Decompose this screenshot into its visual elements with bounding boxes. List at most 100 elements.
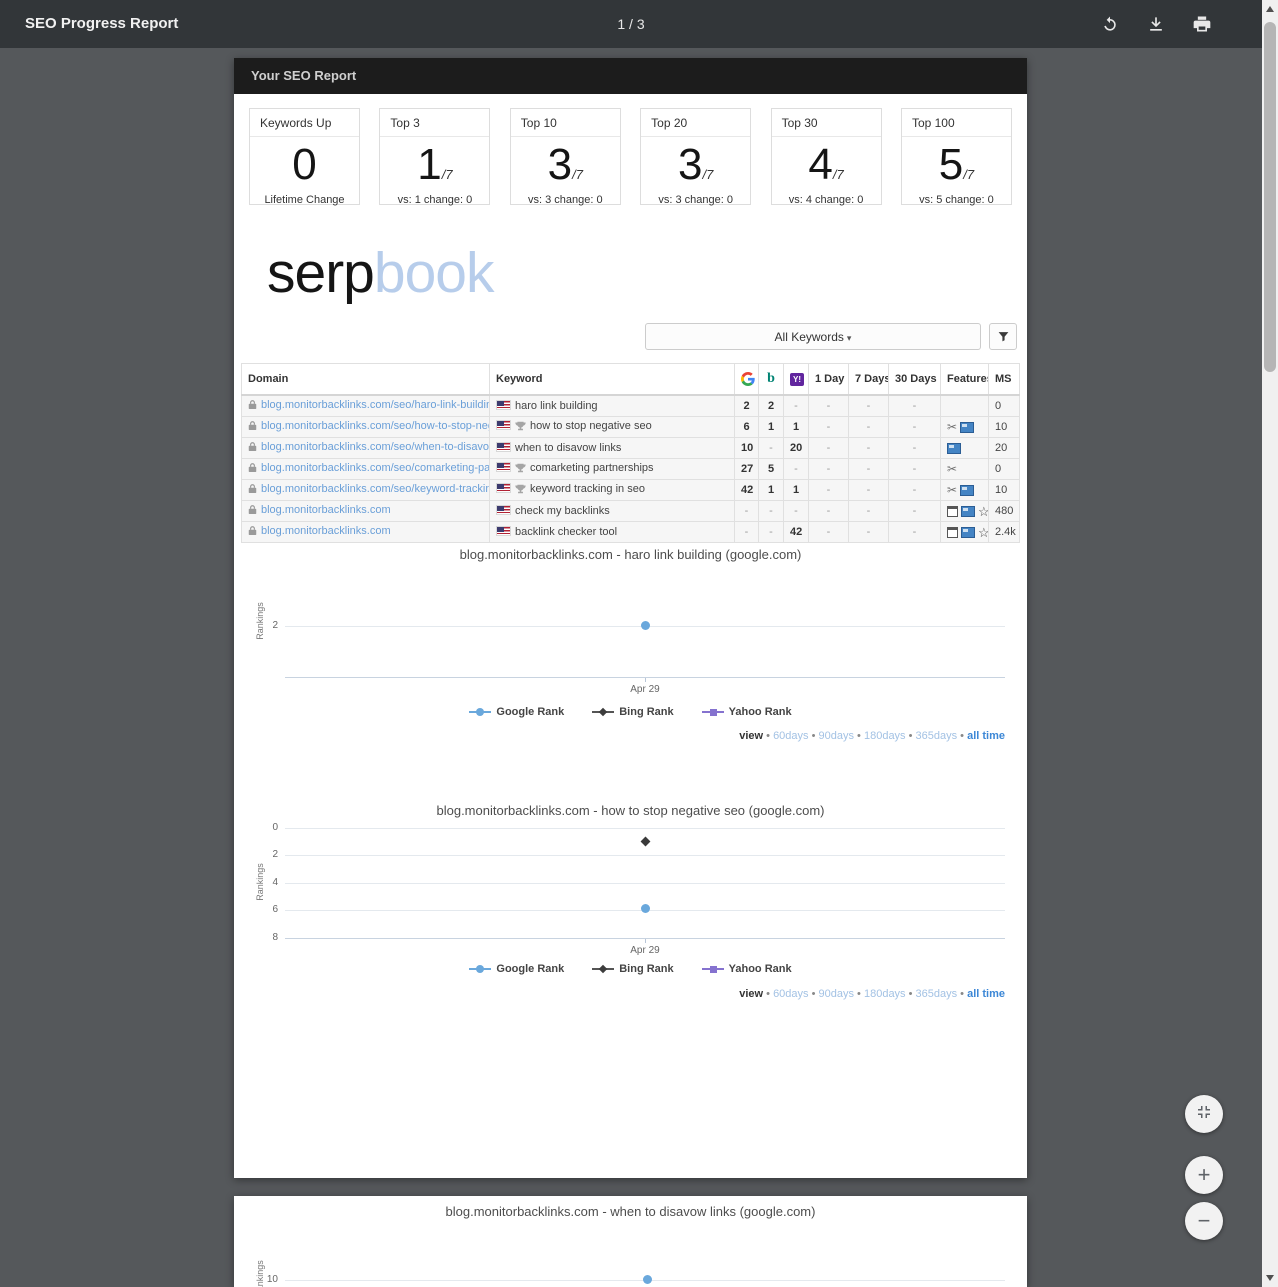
table-row: blog.monitorbacklinks.com/seo/haro-link-… <box>242 395 1020 417</box>
filter-button[interactable] <box>989 323 1017 350</box>
features-cell <box>941 438 989 459</box>
view-range-links: view • 60days • 90days • 180days • 365da… <box>739 988 1005 1000</box>
domain-link[interactable]: blog.monitorbacklinks.com/seo/comarketin… <box>261 462 490 474</box>
view-90days-link[interactable]: 90days <box>819 988 854 1000</box>
logo-book-text: book <box>374 241 494 305</box>
domain-link[interactable]: blog.monitorbacklinks.com/seo/when-to-di… <box>261 441 490 453</box>
window-icon <box>947 527 958 538</box>
lock-icon <box>248 483 257 497</box>
y-tick: 6 <box>262 904 278 915</box>
stat-card-suffix: /7 <box>702 167 713 182</box>
google-rank: 27 <box>735 459 759 480</box>
features-cell <box>941 395 989 417</box>
gridline <box>285 828 1005 829</box>
scroll-up-arrow-icon[interactable] <box>1266 6 1274 12</box>
keyword-rank-table: Domain Keyword b Y! 1 Day 7 Days 30 Days… <box>241 363 1020 543</box>
lock-icon <box>248 441 257 455</box>
view-90days-link[interactable]: 90days <box>819 730 854 742</box>
lock-icon <box>248 504 257 518</box>
report-page-1: Your SEO Report Keywords Up 0 Lifetime C… <box>234 58 1027 1178</box>
view-365days-link[interactable]: 365days <box>916 730 958 742</box>
change-7days: - <box>849 480 889 501</box>
serpbook-logo: serpbook <box>267 240 494 306</box>
domain-link[interactable]: blog.monitorbacklinks.com <box>261 525 391 537</box>
stat-card-caption: vs: 3 change: 0 <box>641 194 750 206</box>
view-180days-link[interactable]: 180days <box>864 988 906 1000</box>
domain-link[interactable]: blog.monitorbacklinks.com/seo/how-to-sto… <box>261 420 490 432</box>
change-1day: - <box>809 522 849 543</box>
view-alltime-link[interactable]: all time <box>967 988 1005 1000</box>
chart-legend: Google Rank Bing Rank Yahoo Rank <box>234 963 1027 975</box>
google-rank: - <box>735 501 759 522</box>
change-7days: - <box>849 417 889 438</box>
y-tick: 4 <box>262 877 278 888</box>
scrollbar-thumb[interactable] <box>1264 22 1276 372</box>
stat-card-caption: Lifetime Change <box>250 194 359 206</box>
yahoo-icon: Y! <box>784 364 809 396</box>
report-header: Your SEO Report <box>234 58 1027 94</box>
table-header-row: Domain Keyword b Y! 1 Day 7 Days 30 Days… <box>242 364 1020 396</box>
legend-yahoo-rank: Yahoo Rank <box>702 963 792 975</box>
scroll-down-arrow-icon[interactable] <box>1266 1275 1274 1281</box>
window-icon <box>947 506 958 517</box>
lock-icon <box>248 462 257 476</box>
stat-card-keywords-up: Keywords Up 0 Lifetime Change <box>249 108 360 205</box>
print-icon[interactable] <box>1192 13 1214 35</box>
stat-card-top10: Top 10 3/7 vs: 3 change: 0 <box>510 108 621 205</box>
us-flag-icon <box>496 420 511 430</box>
col-header-7days: 7 Days <box>849 364 889 396</box>
change-1day: - <box>809 417 849 438</box>
lock-icon <box>248 525 257 539</box>
chart-title: blog.monitorbacklinks.com - haro link bu… <box>234 547 1027 562</box>
x-tick-label: Apr 29 <box>621 684 669 695</box>
star-icon: ☆ <box>978 526 989 539</box>
funnel-icon <box>997 330 1010 343</box>
view-60days-link[interactable]: 60days <box>773 730 808 742</box>
y-tick: 8 <box>262 932 278 943</box>
stat-card-top100: Top 100 5/7 vs: 5 change: 0 <box>901 108 1012 205</box>
col-header-ms: MS <box>989 364 1020 396</box>
bing-rank: - <box>759 522 784 543</box>
change-30days: - <box>889 395 941 417</box>
all-keywords-dropdown[interactable]: All Keywords▾ <box>645 323 981 350</box>
legend-bing-rank: Bing Rank <box>592 963 673 975</box>
scrollbar[interactable] <box>1262 0 1278 1287</box>
change-30days: - <box>889 438 941 459</box>
scissors-icon: ✂ <box>947 484 957 496</box>
fit-page-button[interactable] <box>1185 1095 1223 1133</box>
zoom-in-button[interactable]: + <box>1185 1156 1223 1194</box>
google-rank: - <box>735 522 759 543</box>
change-30days: - <box>889 480 941 501</box>
page-indicator[interactable]: 1 / 3 <box>0 16 1262 32</box>
logo-serp-text: serp <box>267 241 374 305</box>
domain-link[interactable]: blog.monitorbacklinks.com/seo/haro-link-… <box>261 399 490 411</box>
rotate-icon[interactable] <box>1100 13 1122 35</box>
stat-card-title: Top 100 <box>902 109 1011 137</box>
stat-card-value: 5 <box>939 140 963 189</box>
ms-value: 480 <box>989 501 1020 522</box>
view-alltime-link[interactable]: all time <box>967 730 1005 742</box>
view-range-links: view • 60days • 90days • 180days • 365da… <box>739 730 1005 742</box>
scissors-icon: ✂ <box>947 463 957 475</box>
yahoo-rank: - <box>784 501 809 522</box>
table-row: blog.monitorbacklinks.com/seo/how-to-sto… <box>242 417 1020 438</box>
view-365days-link[interactable]: 365days <box>916 988 958 1000</box>
keyword-text: backlink checker tool <box>515 526 617 538</box>
zoom-out-button[interactable]: − <box>1185 1202 1223 1240</box>
google-rank: 2 <box>735 395 759 417</box>
download-icon[interactable] <box>1146 13 1168 35</box>
view-180days-link[interactable]: 180days <box>864 730 906 742</box>
features-cell: ☆ <box>941 522 989 543</box>
domain-link[interactable]: blog.monitorbacklinks.com <box>261 504 391 516</box>
col-header-domain: Domain <box>242 364 490 396</box>
image-icon <box>947 443 961 454</box>
star-icon: ☆ <box>978 505 989 518</box>
domain-link[interactable]: blog.monitorbacklinks.com/seo/keyword-tr… <box>261 483 490 495</box>
view-60days-link[interactable]: 60days <box>773 988 808 1000</box>
view-label: view <box>739 988 763 1000</box>
google-marker-icon <box>469 707 491 717</box>
legend-bing-rank: Bing Rank <box>592 706 673 718</box>
stat-card-suffix: /7 <box>572 167 583 182</box>
stat-card-suffix: /7 <box>442 167 453 182</box>
keyword-text: check my backlinks <box>515 505 610 517</box>
